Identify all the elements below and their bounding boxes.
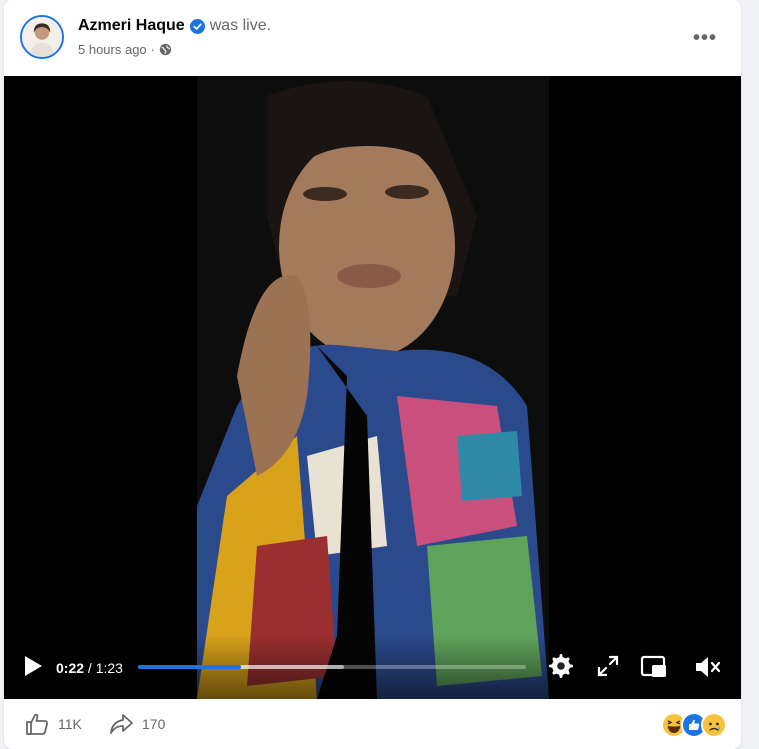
like-count: 11K bbox=[58, 716, 82, 732]
time-separator: / bbox=[84, 660, 96, 676]
post-header: Azmeri Haque was live. 5 hours ago · ••• bbox=[4, 0, 741, 76]
post-footer: 11K 170 bbox=[4, 699, 741, 749]
duration: 1:23 bbox=[95, 660, 123, 676]
settings-icon[interactable] bbox=[548, 653, 574, 679]
sad-reaction-icon bbox=[701, 712, 727, 738]
play-icon[interactable] bbox=[22, 654, 44, 678]
picture-in-picture-icon[interactable] bbox=[640, 654, 668, 680]
video-frame bbox=[197, 76, 549, 699]
like-button[interactable]: 11K bbox=[24, 711, 82, 737]
live-video-player[interactable]: 0:22 / 1:23 bbox=[4, 76, 741, 699]
meta-separator: · bbox=[150, 42, 156, 57]
muted-icon[interactable] bbox=[694, 654, 722, 680]
reaction-summary[interactable] bbox=[661, 712, 727, 738]
progress-played bbox=[138, 665, 241, 669]
video-time: 0:22 / 1:23 bbox=[56, 660, 123, 676]
post-card: Azmeri Haque was live. 5 hours ago · ••• bbox=[4, 0, 741, 749]
current-time: 0:22 bbox=[56, 660, 85, 676]
share-icon bbox=[108, 711, 134, 737]
verified-badge-icon bbox=[189, 18, 205, 34]
fullscreen-icon[interactable] bbox=[596, 654, 620, 678]
thumbs-up-icon bbox=[24, 711, 50, 737]
post-timestamp[interactable]: 5 hours ago bbox=[78, 42, 147, 57]
progress-bar[interactable] bbox=[138, 665, 526, 669]
video-controls: 0:22 / 1:23 bbox=[4, 635, 741, 699]
author-name[interactable]: Azmeri Haque bbox=[78, 17, 185, 35]
share-button[interactable]: 170 bbox=[108, 711, 165, 737]
post-action-text: was live. bbox=[209, 17, 272, 34]
more-options-icon[interactable]: ••• bbox=[689, 22, 721, 54]
author-avatar[interactable] bbox=[20, 15, 64, 59]
share-count: 170 bbox=[142, 716, 166, 732]
globe-icon[interactable] bbox=[159, 43, 172, 56]
